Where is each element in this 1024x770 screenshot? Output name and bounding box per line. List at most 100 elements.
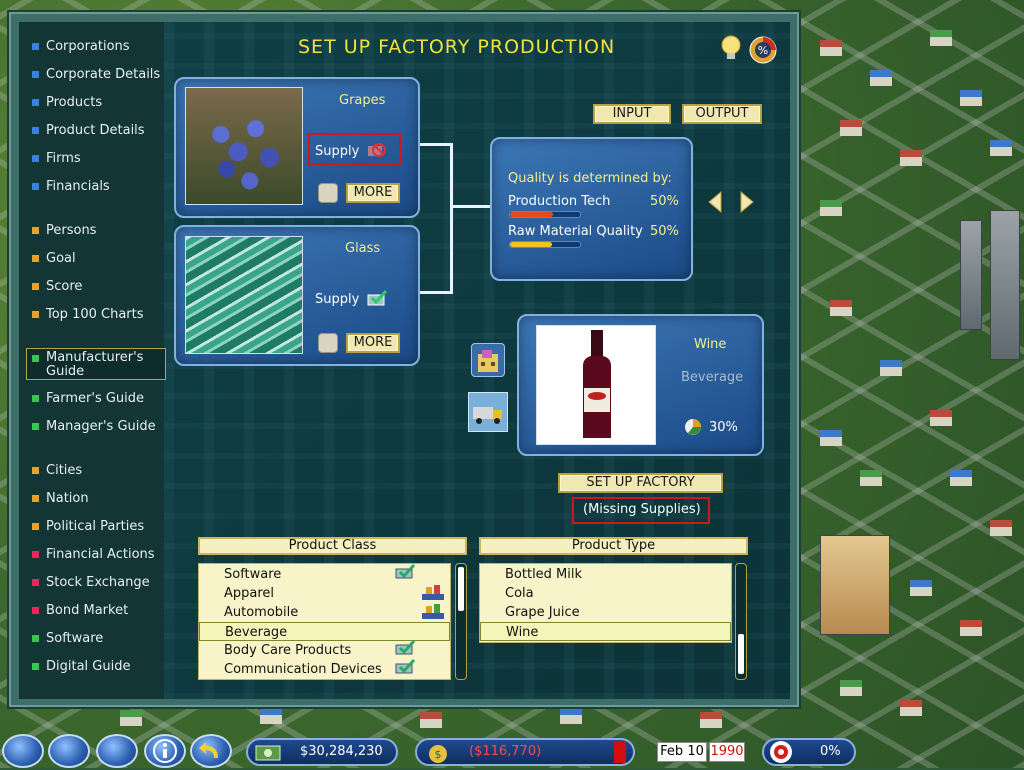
tab-output[interactable]: OUTPUT bbox=[682, 104, 762, 124]
date-month-day: Feb 10 bbox=[657, 742, 707, 762]
bullet-icon bbox=[32, 255, 39, 262]
setup-factory-button[interactable]: SET UP FACTORY bbox=[558, 473, 723, 493]
list-item-selected[interactable]: Beverage bbox=[199, 622, 450, 641]
sidebar-item-score[interactable]: Score bbox=[19, 277, 164, 297]
list-item[interactable]: Grape Juice bbox=[480, 603, 731, 622]
sidebar-item-manufacturers-guide[interactable]: Manufacturer's Guide bbox=[26, 348, 166, 380]
tab-input[interactable]: INPUT bbox=[593, 104, 671, 124]
svg-text:%: % bbox=[758, 44, 768, 57]
grapes-more-button[interactable]: MORE bbox=[346, 183, 400, 203]
list-item[interactable]: Cola bbox=[480, 584, 731, 603]
sidebar-item-goal[interactable]: Goal bbox=[19, 249, 164, 269]
sidebar-item-nation[interactable]: Nation bbox=[19, 489, 164, 509]
grapes-photo bbox=[185, 87, 303, 205]
bullet-icon bbox=[32, 579, 39, 586]
market-share-icon bbox=[684, 418, 702, 436]
bullet-icon bbox=[32, 283, 39, 290]
sidebar-item-financial-actions[interactable]: Financial Actions bbox=[19, 545, 164, 565]
truck-icon[interactable] bbox=[468, 392, 508, 432]
product-type-scrollbar[interactable] bbox=[735, 563, 747, 680]
list-item[interactable]: Apparel bbox=[199, 584, 450, 603]
bullet-icon bbox=[32, 311, 39, 318]
undo-icon[interactable] bbox=[190, 734, 232, 768]
sidebar-item-farmers-guide[interactable]: Farmer's Guide bbox=[19, 389, 164, 409]
bullet-icon bbox=[32, 467, 39, 474]
quality-factor-label: Raw Material Quality bbox=[508, 224, 643, 239]
production-tech-bar bbox=[509, 211, 581, 218]
bullet-icon bbox=[32, 127, 39, 134]
sidebar-item-persons[interactable]: Persons bbox=[19, 221, 164, 241]
sidebar-item-political-parties[interactable]: Political Parties bbox=[19, 517, 164, 537]
factory-building-icon[interactable] bbox=[471, 343, 505, 377]
input-name: Grapes bbox=[339, 93, 386, 108]
sidebar-item-stock-exchange[interactable]: Stock Exchange bbox=[19, 573, 164, 593]
bullet-icon bbox=[32, 607, 39, 614]
input-name: Glass bbox=[345, 241, 381, 256]
sidebar-item-corporations[interactable]: Corporations bbox=[19, 37, 164, 57]
product-type-list: Bottled Milk Cola Grape Juice Wine bbox=[479, 563, 732, 643]
sidebar-item-cities[interactable]: Cities bbox=[19, 461, 164, 481]
market-share-percent: 30% bbox=[709, 420, 738, 435]
quality-factor-percent: 50% bbox=[650, 224, 679, 239]
quality-factor-percent: 50% bbox=[650, 194, 679, 209]
sidebar-item-managers-guide[interactable]: Manager's Guide bbox=[19, 417, 164, 437]
sidebar-item-digital-guide[interactable]: Digital Guide bbox=[19, 657, 164, 677]
bullet-icon bbox=[32, 495, 39, 502]
sidebar-item-bond-market[interactable]: Bond Market bbox=[19, 601, 164, 621]
factory-status: (Missing Supplies) bbox=[583, 502, 701, 517]
sidebar-item-product-details[interactable]: Product Details bbox=[19, 121, 164, 141]
bullet-icon bbox=[32, 183, 39, 190]
svg-text:$: $ bbox=[435, 748, 442, 761]
bullet-icon bbox=[32, 155, 39, 162]
list-item-selected[interactable]: Wine bbox=[480, 622, 731, 641]
city-icon[interactable] bbox=[2, 734, 44, 768]
quality-panel bbox=[490, 137, 693, 281]
bullet-icon bbox=[32, 663, 39, 670]
arrow-left-icon[interactable] bbox=[707, 190, 723, 214]
supply-label: Supply bbox=[315, 144, 360, 159]
product-category: Beverage bbox=[681, 370, 744, 385]
sidebar-item-software[interactable]: Software bbox=[19, 629, 164, 649]
unavailable-supply-icon[interactable] bbox=[366, 141, 386, 159]
percent-chart-icon[interactable]: % bbox=[749, 36, 777, 64]
money-icon bbox=[250, 738, 290, 766]
supply-check-icon bbox=[394, 639, 416, 656]
arrow-right-icon[interactable] bbox=[739, 190, 755, 214]
info-icon[interactable] bbox=[144, 734, 186, 768]
list-item[interactable]: Automobile bbox=[199, 603, 450, 622]
bullet-icon bbox=[32, 43, 39, 50]
profit-trend-icon bbox=[614, 741, 626, 763]
factory-stack-icon bbox=[420, 602, 446, 620]
lightbulb-icon[interactable] bbox=[718, 34, 744, 62]
bullet-icon bbox=[32, 395, 39, 402]
globe-icon[interactable] bbox=[96, 734, 138, 768]
sidebar-item-products[interactable]: Products bbox=[19, 93, 164, 113]
product-class-scrollbar[interactable] bbox=[455, 563, 467, 680]
quality-heading: Quality is determined by: bbox=[508, 171, 672, 186]
supply-check-icon bbox=[394, 563, 416, 580]
bullet-icon bbox=[32, 423, 39, 430]
factory-stack-icon bbox=[420, 583, 446, 601]
raw-material-quality-bar bbox=[509, 241, 581, 248]
sidebar-item-firms[interactable]: Firms bbox=[19, 149, 164, 169]
bullet-icon bbox=[32, 635, 39, 642]
sidebar-item-corporate-details[interactable]: Corporate Details bbox=[19, 65, 164, 85]
bullet-icon bbox=[32, 99, 39, 106]
bullet-icon bbox=[32, 71, 39, 78]
grapes-checkbox[interactable] bbox=[318, 183, 338, 203]
bullet-icon bbox=[32, 355, 39, 362]
sidebar-item-top-100-charts[interactable]: Top 100 Charts bbox=[19, 305, 164, 325]
list-item[interactable]: Bottled Milk bbox=[480, 565, 731, 584]
map-icon[interactable] bbox=[48, 734, 90, 768]
page-title: SET UP FACTORY PRODUCTION bbox=[298, 36, 616, 58]
supply-label: Supply bbox=[315, 292, 360, 307]
glass-more-button[interactable]: MORE bbox=[346, 333, 400, 353]
product-type-header: Product Type bbox=[479, 537, 748, 555]
sidebar-item-financials[interactable]: Financials bbox=[19, 177, 164, 197]
money-bag-icon: $ bbox=[420, 738, 460, 766]
supply-check-icon[interactable] bbox=[366, 289, 388, 307]
target-icon[interactable] bbox=[766, 738, 796, 766]
glass-checkbox[interactable] bbox=[318, 333, 338, 353]
product-name: Wine bbox=[694, 337, 727, 352]
glass-photo bbox=[185, 236, 303, 354]
